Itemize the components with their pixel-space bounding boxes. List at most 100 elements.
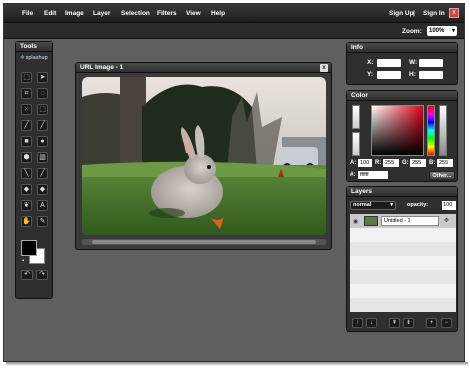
blue-input[interactable]: 255: [437, 159, 453, 167]
green-label: G:: [402, 160, 409, 166]
h-field: [419, 71, 443, 79]
blue-label: B:: [429, 160, 436, 166]
menu-edit[interactable]: Edit: [44, 10, 56, 17]
bunny-photo-image: [82, 77, 326, 235]
tools-panel: Tools splashup ⬚➤⌗◌⁙⬚╱╱■●⬢▥╲╱◆◆❦A✋✎ ▪ ↶ …: [15, 41, 53, 299]
y-field: [377, 71, 401, 79]
menu-bar: File Edit Image Layer Selection Filters …: [4, 4, 464, 23]
w-field: [419, 59, 443, 67]
menu-view[interactable]: View: [186, 10, 201, 17]
window-shadow: [6, 362, 468, 366]
h-label: H:: [409, 71, 416, 78]
sign-in-link[interactable]: Sign In: [423, 10, 445, 17]
zoom-label: Zoom:: [402, 28, 422, 35]
info-title: Info: [347, 43, 457, 53]
smudge-icon[interactable]: ◆: [21, 184, 32, 195]
empty-layer-row: [350, 298, 456, 312]
info-panel: Info X: W: Y: H:: [346, 42, 458, 85]
lasso-icon[interactable]: ◌: [37, 88, 48, 99]
close-icon[interactable]: x: [449, 8, 459, 18]
color-picker-field[interactable]: [371, 105, 424, 156]
eye-icon[interactable]: ◉: [353, 218, 358, 225]
empty-layer-row: [350, 284, 456, 298]
layer-thumbnail: [364, 216, 378, 226]
empty-layer-row: [350, 270, 456, 284]
empty-layer-row: [350, 256, 456, 270]
tools-title: Tools: [16, 42, 52, 52]
opacity-label: opacity:: [407, 202, 429, 208]
sign-up-link[interactable]: Sign Up: [389, 10, 414, 17]
image-window-title: URL Image - 1: [80, 64, 124, 71]
close-icon[interactable]: x: [320, 64, 328, 72]
transform-icon[interactable]: ⬚: [37, 104, 48, 115]
swap-colors-icon[interactable]: ▪: [22, 258, 24, 264]
foreground-color-bar[interactable]: [352, 105, 360, 129]
y-label: Y:: [367, 71, 374, 78]
hex-label: #:: [350, 172, 356, 178]
rectangle-icon[interactable]: ■: [21, 136, 32, 147]
move-layer-up-icon[interactable]: ↑: [352, 318, 363, 328]
eyedropper-icon[interactable]: ✎: [37, 216, 48, 227]
color-title: Color: [347, 91, 457, 101]
move-icon[interactable]: ➤: [37, 72, 48, 83]
alpha-label: A:: [350, 160, 357, 166]
horizontal-scrollbar[interactable]: [82, 239, 326, 245]
other-colors-button[interactable]: Other...: [429, 171, 455, 180]
move-layer-down-icon[interactable]: ↓: [366, 318, 377, 328]
alpha-slider[interactable]: [439, 105, 447, 156]
alpha-input[interactable]: 100: [358, 159, 372, 167]
text-icon[interactable]: A: [37, 200, 48, 211]
canvas-photo[interactable]: [82, 77, 326, 235]
eraser-icon[interactable]: ╲: [21, 168, 32, 179]
color-panel: Color A: 100 R: 255 G: 255 B: 255 #: fff…: [346, 90, 458, 182]
menu-image[interactable]: Image: [65, 10, 84, 17]
layers-title: Layers: [347, 187, 457, 197]
image-window-titlebar[interactable]: URL Image - 1 x: [76, 63, 331, 73]
menu-filters[interactable]: Filters: [157, 10, 177, 17]
menu-selection[interactable]: Selection: [121, 10, 150, 17]
zoom-select[interactable]: 100%: [427, 26, 457, 36]
lock-icon[interactable]: ✥: [444, 217, 449, 224]
ellipse-icon[interactable]: ●: [37, 136, 48, 147]
opacity-select[interactable]: 100: [442, 201, 456, 210]
blend-mode-select[interactable]: normal: [350, 201, 396, 210]
scrollbar-thumb[interactable]: [92, 240, 316, 244]
w-label: W:: [409, 59, 418, 66]
red-input[interactable]: 255: [383, 159, 399, 167]
green-input[interactable]: 255: [410, 159, 426, 167]
menu-file[interactable]: File: [22, 10, 33, 17]
crop-icon[interactable]: ⌗: [21, 88, 32, 99]
gradient-icon[interactable]: ▥: [37, 152, 48, 163]
empty-layer-row: [350, 228, 456, 242]
delete-layer-icon[interactable]: −: [441, 318, 452, 328]
redo-icon[interactable]: ↷: [36, 270, 48, 280]
pencil-icon[interactable]: ╱: [21, 120, 32, 131]
marquee-icon[interactable]: ⬚: [21, 72, 32, 83]
add-layer-icon[interactable]: +: [426, 318, 437, 328]
hand-icon[interactable]: ✋: [21, 216, 32, 227]
image-window: URL Image - 1 x: [75, 62, 332, 250]
polygon-icon[interactable]: ⬢: [21, 152, 32, 163]
empty-layer-row: [350, 242, 456, 256]
menu-layer[interactable]: Layer: [93, 10, 110, 17]
splashup-logo: splashup: [20, 55, 48, 61]
layer-row[interactable]: ◉ Untitled - 1 ✥: [350, 214, 456, 228]
layers-panel: Layers normal opacity: 100 ◉ Untitled - …: [346, 186, 458, 332]
brush-icon[interactable]: ╱: [37, 120, 48, 131]
x-label: X:: [367, 59, 374, 66]
merge-up-icon[interactable]: ⇞: [389, 318, 400, 328]
auth-separator: |: [413, 10, 415, 17]
foreground-color-swatch[interactable]: [21, 240, 37, 256]
undo-icon[interactable]: ↶: [21, 270, 33, 280]
background-color-bar[interactable]: [352, 132, 360, 156]
hex-input[interactable]: ffffff: [358, 171, 388, 179]
dodge-icon[interactable]: ❦: [21, 200, 32, 211]
app-window: File Edit Image Layer Selection Filters …: [3, 3, 465, 362]
clone-icon[interactable]: ╱: [37, 168, 48, 179]
blur-icon[interactable]: ◆: [37, 184, 48, 195]
menu-help[interactable]: Help: [211, 10, 225, 17]
merge-down-icon[interactable]: ⇟: [403, 318, 414, 328]
layer-name-field[interactable]: Untitled - 1: [381, 216, 439, 226]
hue-slider[interactable]: [427, 105, 435, 156]
magic-wand-icon[interactable]: ⁙: [21, 104, 32, 115]
